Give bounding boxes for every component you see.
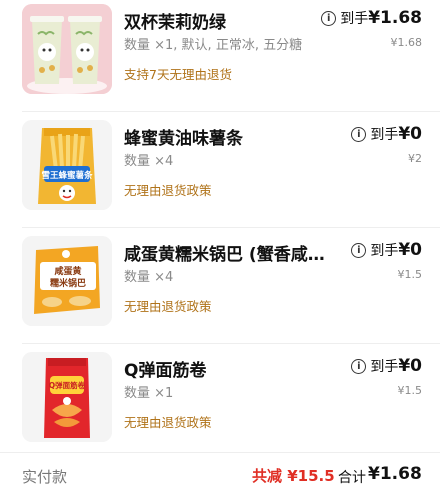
product-title: Q弹面筋卷 <box>124 361 207 381</box>
rice-crisp-bag-icon: 咸蛋黄 糯米锅巴 <box>22 236 112 326</box>
product-title: 双杯茉莉奶绿 <box>124 13 226 33</box>
paid-label: 实付款 <box>22 468 68 486</box>
product-spec: 数量 ×4 <box>124 270 174 285</box>
info-icon[interactable]: i <box>351 242 367 258</box>
milk-tea-cups-icon <box>22 4 112 94</box>
product-spec: 数量 ×1 <box>124 386 174 401</box>
order-item[interactable]: Q弹面筋卷 Q弹面筋卷 数量 ×1 无理由退货政策 i 到手 ¥0 ¥1.5 <box>0 348 440 458</box>
order-summary-bar[interactable]: 实付款 共减 ¥15.5 合计 ¥1.68 › <box>0 452 440 501</box>
info-icon[interactable]: i <box>351 358 367 374</box>
info-icon[interactable]: i <box>351 126 367 142</box>
original-price: ¥1.68 <box>390 36 423 49</box>
divider <box>22 111 440 112</box>
svg-text:Q弹面筋卷: Q弹面筋卷 <box>49 380 86 390</box>
divider <box>22 343 440 344</box>
divider <box>22 227 440 228</box>
product-image[interactable]: Q弹面筋卷 <box>22 352 112 442</box>
return-policy: 支持7天无理由退货 <box>124 67 232 82</box>
original-price: ¥2 <box>408 152 422 165</box>
svg-text:糯米锅巴: 糯米锅巴 <box>50 277 86 289</box>
return-policy: 无理由退货政策 <box>124 299 212 314</box>
product-title: 咸蛋黄糯米锅巴 (蟹香咸蛋黄… <box>124 245 336 265</box>
final-price: i 到手 ¥1.68 <box>321 8 422 28</box>
product-title: 蜂蜜黄油味薯条 <box>124 129 243 149</box>
product-spec: 数量 ×4 <box>124 154 174 169</box>
final-price: i 到手 ¥0 <box>351 240 422 260</box>
order-item[interactable]: 雪王蜂蜜薯条 蜂蜜黄油味薯条 数量 ×4 无理由退货政策 i 到手 ¥0 ¥2 <box>0 116 440 226</box>
product-image[interactable] <box>22 4 112 94</box>
product-image[interactable]: 雪王蜂蜜薯条 <box>22 120 112 210</box>
final-price: i 到手 ¥0 <box>351 356 422 376</box>
product-spec: 数量 ×1, 默认, 正常冰, 五分糖 <box>124 38 303 53</box>
svg-text:咸蛋黄: 咸蛋黄 <box>54 265 81 277</box>
final-price: i 到手 ¥0 <box>351 124 422 144</box>
gluten-roll-bag-icon: Q弹面筋卷 <box>22 352 112 442</box>
discount-total: 共减 ¥15.5 <box>252 467 335 485</box>
total-label: 合计 <box>338 470 366 486</box>
info-icon[interactable]: i <box>321 10 337 26</box>
svg-text:雪王蜂蜜薯条: 雪王蜂蜜薯条 <box>41 170 93 181</box>
product-image[interactable]: 咸蛋黄 糯米锅巴 <box>22 236 112 326</box>
order-item[interactable]: 咸蛋黄 糯米锅巴 咸蛋黄糯米锅巴 (蟹香咸蛋黄… 数量 ×4 无理由退货政策 i… <box>0 232 440 342</box>
original-price: ¥1.5 <box>397 384 423 397</box>
return-policy: 无理由退货政策 <box>124 415 212 430</box>
order-item[interactable]: 双杯茉莉奶绿 数量 ×1, 默认, 正常冰, 五分糖 支持7天无理由退货 i 到… <box>0 0 440 110</box>
original-price: ¥1.5 <box>397 268 423 281</box>
total-amount: ¥1.68 <box>368 464 422 484</box>
return-policy: 无理由退货政策 <box>124 183 212 198</box>
fries-snack-bag-icon: 雪王蜂蜜薯条 <box>22 120 112 210</box>
chevron-right-icon[interactable]: › <box>415 465 421 484</box>
